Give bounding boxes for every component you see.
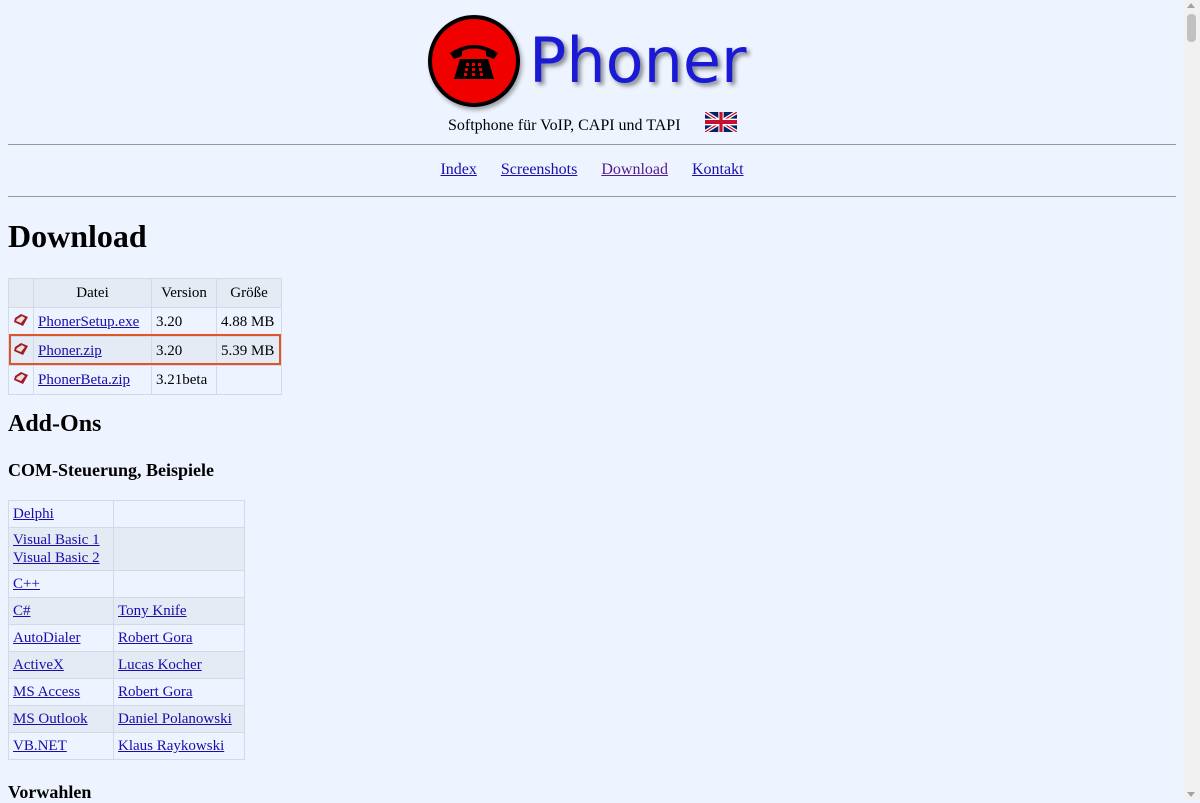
author-cell: Lucas Kocher xyxy=(113,651,245,679)
lang-cell: C++ xyxy=(8,570,114,598)
table-row: MS Outlook Daniel Polanowski xyxy=(8,705,245,733)
table-row: Delphi xyxy=(8,500,245,528)
size-cell xyxy=(216,365,282,395)
com-heading: COM-Steuerung, Beispiele xyxy=(8,460,214,480)
author-cell xyxy=(113,570,245,598)
file-icon xyxy=(8,307,34,337)
file-link-cell: PhonerSetup.exe xyxy=(33,307,152,337)
link-csharp[interactable]: C# xyxy=(13,603,31,619)
lang-cell: C# xyxy=(8,597,114,625)
author-cell xyxy=(113,527,245,571)
header-datei: Datei xyxy=(33,278,152,308)
page: Phoner Softphone für VoIP, CAPI und TAPI… xyxy=(8,0,1176,802)
author-cell: Klaus Raykowski xyxy=(113,732,245,760)
author-link[interactable]: Robert Gora xyxy=(118,630,193,646)
link-delphi[interactable]: Delphi xyxy=(13,506,54,522)
download-table-header: Datei Version Größe xyxy=(8,278,282,308)
subtitle: Softphone für VoIP, CAPI und TAPI xyxy=(448,117,681,134)
author-cell: Tony Knife xyxy=(113,597,245,625)
file-link-phonerbeta[interactable]: PhonerBeta.zip xyxy=(38,372,130,388)
header-version: Version xyxy=(151,278,217,308)
author-link[interactable]: Lucas Kocher xyxy=(118,657,202,673)
link-autodialer[interactable]: AutoDialer xyxy=(13,630,80,646)
file-link-cell: Phoner.zip xyxy=(33,336,152,366)
nav-screenshots-link[interactable]: Screenshots xyxy=(501,161,577,178)
header-groesse: Größe xyxy=(216,278,282,308)
lang-cell: MS Access xyxy=(8,678,114,706)
download-table: Datei Version Größe PhonerSetup.exe 3.20… xyxy=(8,278,282,395)
lang-cell: Delphi xyxy=(8,500,114,528)
author-cell: Daniel Polanowski xyxy=(113,705,245,733)
version-cell: 3.21beta xyxy=(151,365,217,395)
lang-cell: Visual Basic 1 Visual Basic 2 xyxy=(8,527,114,571)
logo-text: Phoner xyxy=(529,24,747,97)
table-row: Phoner.zip 3.20 5.39 MB xyxy=(8,336,282,366)
author-cell: Robert Gora xyxy=(113,678,245,706)
author-link[interactable]: Tony Knife xyxy=(118,603,187,619)
file-link-phoner-zip[interactable]: Phoner.zip xyxy=(38,343,102,359)
author-link[interactable]: Daniel Polanowski xyxy=(118,711,232,727)
link-ms-access[interactable]: MS Access xyxy=(13,684,80,700)
file-link-phonersetup[interactable]: PhonerSetup.exe xyxy=(38,314,139,330)
link-visual-basic-1[interactable]: Visual Basic 1 xyxy=(13,532,100,548)
table-row: AutoDialer Robert Gora xyxy=(8,624,245,652)
version-cell: 3.20 xyxy=(151,307,217,337)
vertical-scrollbar[interactable] xyxy=(1183,0,1200,800)
author-cell xyxy=(113,500,245,528)
author-link[interactable]: Klaus Raykowski xyxy=(118,738,224,754)
link-activex[interactable]: ActiveX xyxy=(13,657,64,673)
nav-kontakt-link[interactable]: Kontakt xyxy=(692,161,744,178)
scroll-thumb[interactable] xyxy=(1187,14,1196,42)
link-visual-basic-2[interactable]: Visual Basic 2 xyxy=(13,550,100,566)
page-title: Download xyxy=(8,218,147,254)
size-cell: 4.88 MB xyxy=(216,307,282,337)
nav-download-link[interactable]: Download xyxy=(601,161,668,178)
phone-logo-icon xyxy=(428,15,520,107)
scroll-up-icon[interactable] xyxy=(1187,3,1195,8)
lang-cell: VB.NET xyxy=(8,732,114,760)
table-row: PhonerBeta.zip 3.21beta xyxy=(8,365,282,395)
uk-flag-icon[interactable] xyxy=(705,112,737,132)
header: Phoner Softphone für VoIP, CAPI und TAPI xyxy=(8,0,1176,140)
file-link-cell: PhonerBeta.zip xyxy=(33,365,152,395)
file-icon xyxy=(8,336,34,366)
link-vbnet[interactable]: VB.NET xyxy=(13,738,67,754)
divider-top xyxy=(8,144,1176,145)
version-cell: 3.20 xyxy=(151,336,217,366)
header-icon-cell xyxy=(8,278,34,308)
file-icon xyxy=(8,365,34,395)
nav-index-link[interactable]: Index xyxy=(440,161,476,178)
lang-cell: AutoDialer xyxy=(8,624,114,652)
table-row: ActiveX Lucas Kocher xyxy=(8,651,245,679)
main-nav: Index Screenshots Download Kontakt xyxy=(8,161,1176,179)
addons-heading: Add-Ons xyxy=(8,411,102,437)
table-row: VB.NET Klaus Raykowski xyxy=(8,732,245,760)
link-cpp[interactable]: C++ xyxy=(13,576,40,592)
author-cell: Robert Gora xyxy=(113,624,245,652)
scroll-down-icon[interactable] xyxy=(1187,792,1195,797)
size-cell: 5.39 MB xyxy=(216,336,282,366)
author-link[interactable]: Robert Gora xyxy=(118,684,193,700)
table-row: PhonerSetup.exe 3.20 4.88 MB xyxy=(8,307,282,337)
com-table: Delphi Visual Basic 1 Visual Basic 2 C++… xyxy=(8,500,245,760)
table-row: MS Access Robert Gora xyxy=(8,678,245,706)
table-row: Visual Basic 1 Visual Basic 2 xyxy=(8,527,245,571)
link-ms-outlook[interactable]: MS Outlook xyxy=(13,711,88,727)
table-row: C# Tony Knife xyxy=(8,597,245,625)
divider-bottom xyxy=(8,196,1176,197)
lang-cell: MS Outlook xyxy=(8,705,114,733)
lang-cell: ActiveX xyxy=(8,651,114,679)
table-row: C++ xyxy=(8,570,245,598)
